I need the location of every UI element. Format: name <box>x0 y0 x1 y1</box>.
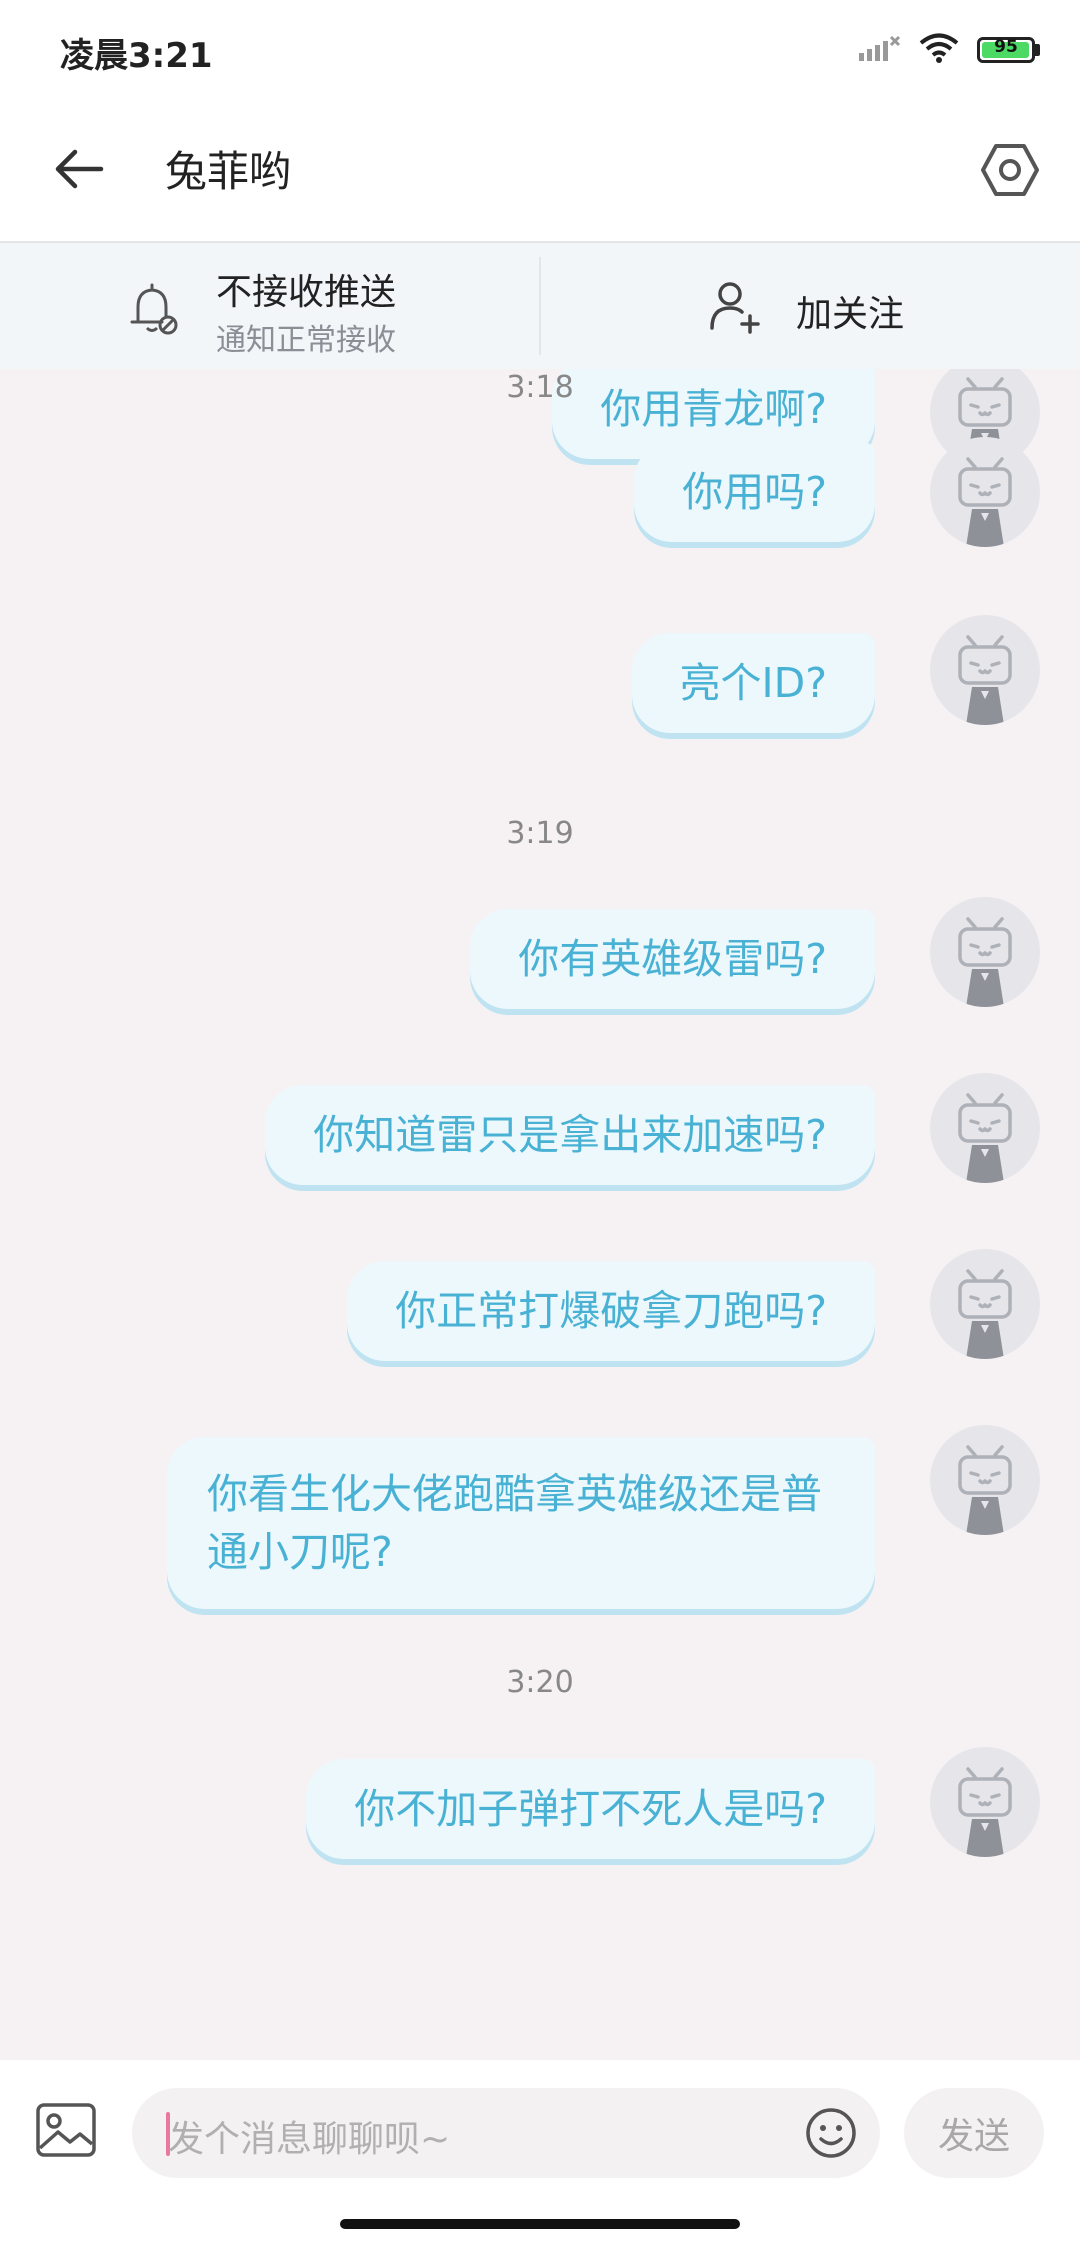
user-avatar[interactable] <box>930 1073 1040 1183</box>
chat-header: 兔菲哟 <box>0 100 1080 243</box>
status-bar: 凌晨3:21 95 <box>0 0 1080 100</box>
message-timestamp: 3:18 <box>506 370 574 405</box>
message-timestamp: 3:19 <box>506 816 574 851</box>
message-bubble[interactable]: 你有英雄级雷吗? <box>470 909 875 1009</box>
settings-button[interactable] <box>970 132 1050 212</box>
chat-messages[interactable]: 你用青龙啊? 3:18 你用吗? 亮个ID? 3:19 你有英雄级雷吗? 你知道… <box>0 369 1080 2060</box>
chat-subbar: 不接收推送 通知正常接收 加关注 <box>0 243 1080 369</box>
user-avatar[interactable] <box>930 1747 1040 1857</box>
signal-icon <box>857 33 901 67</box>
status-time: 凌晨3:21 <box>60 36 213 76</box>
battery-tip <box>1035 44 1040 56</box>
message-input-bar: 发个消息聊聊呗~ 发送 <box>0 2060 1080 2248</box>
tv-mascot-icon <box>958 1093 1012 1183</box>
message-input[interactable]: 发个消息聊聊呗~ <box>132 2088 880 2178</box>
battery-level: 95 <box>994 37 1018 57</box>
image-icon <box>34 2103 98 2164</box>
user-avatar[interactable] <box>930 1425 1040 1535</box>
message-bubble[interactable]: 你知道雷只是拿出来加速吗? <box>265 1085 875 1185</box>
emoji-icon <box>804 2108 858 2164</box>
message-bubble[interactable]: 你用吗? <box>634 442 875 542</box>
battery-icon: 95 <box>977 37 1040 63</box>
arrow-left-icon <box>53 147 105 195</box>
push-setting-subtitle: 通知正常接收 <box>216 323 396 358</box>
status-icons: 95 <box>857 30 1040 70</box>
tv-mascot-icon <box>958 1445 1012 1535</box>
follow-button[interactable]: 加关注 <box>540 243 1080 369</box>
message-input-placeholder: 发个消息聊聊呗~ <box>168 2119 451 2160</box>
add-user-icon <box>708 278 764 338</box>
follow-label: 加关注 <box>796 294 905 335</box>
hexagon-settings-icon <box>980 142 1040 202</box>
image-button[interactable] <box>34 2100 98 2164</box>
user-avatar[interactable] <box>930 1249 1040 1359</box>
message-bubble[interactable]: 你看生化大佬跑酷拿英雄级还是普通小刀呢? <box>167 1437 875 1609</box>
send-button[interactable]: 发送 <box>904 2088 1044 2178</box>
user-avatar[interactable] <box>930 897 1040 1007</box>
tv-mascot-icon <box>958 635 1012 725</box>
message-timestamp: 3:20 <box>506 1665 574 1700</box>
page-title: 兔菲哟 <box>165 147 292 196</box>
home-indicator[interactable] <box>340 2219 740 2229</box>
bell-muted-icon <box>128 281 182 341</box>
push-setting-button[interactable]: 不接收推送 通知正常接收 <box>0 243 540 369</box>
tv-mascot-icon <box>958 1269 1012 1359</box>
tv-mascot-icon <box>958 917 1012 1007</box>
wifi-icon <box>919 32 959 68</box>
battery-body: 95 <box>977 37 1035 63</box>
tv-mascot-icon <box>958 457 1012 547</box>
emoji-button[interactable] <box>804 2106 858 2160</box>
push-setting-title: 不接收推送 <box>216 272 397 313</box>
user-avatar[interactable] <box>930 437 1040 547</box>
message-bubble[interactable]: 你不加子弹打不死人是吗? <box>306 1759 875 1859</box>
user-avatar[interactable] <box>930 615 1040 725</box>
back-button[interactable] <box>44 136 114 206</box>
tv-mascot-icon <box>958 1767 1012 1857</box>
message-bubble[interactable]: 亮个ID? <box>631 633 875 733</box>
message-bubble[interactable]: 你正常打爆破拿刀跑吗? <box>347 1261 875 1361</box>
